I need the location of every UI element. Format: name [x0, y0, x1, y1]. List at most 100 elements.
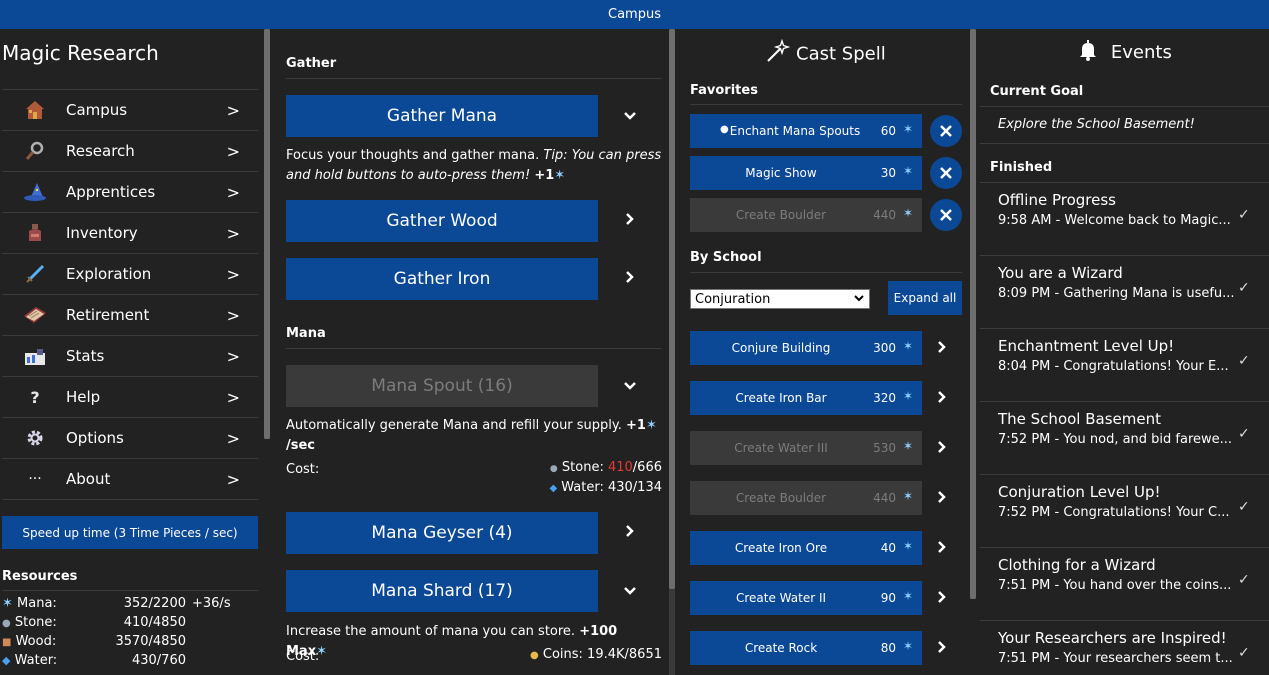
spell-cost: 300 — [873, 341, 896, 355]
question-icon: ? — [30, 387, 40, 407]
sidebar-item-campus[interactable]: Campus > — [2, 90, 258, 131]
remove-favorite-button[interactable] — [930, 199, 962, 231]
sidebar-item-label: Apprentices — [66, 183, 156, 201]
sidebar-item-research[interactable]: Research > — [2, 131, 258, 172]
description-text: Focus your thoughts and gather mana. — [286, 148, 540, 163]
chevron-right-icon[interactable] — [934, 489, 950, 509]
remove-favorite-button[interactable] — [930, 157, 962, 189]
gain-text: +1 — [534, 168, 555, 183]
resource-label: ■ Wood: — [2, 634, 56, 649]
resource-rate: +36/s — [192, 596, 231, 611]
mana-geyser-button[interactable]: Mana Geyser (4) — [286, 512, 598, 554]
close-icon — [940, 125, 952, 137]
chevron-right-icon: > — [226, 305, 240, 325]
divider — [690, 104, 962, 105]
finished-title: Finished — [990, 160, 1053, 175]
spell-name: Enchant Mana Spouts — [729, 124, 861, 138]
speed-up-time-button[interactable]: Speed up time (3 Time Pieces / sec) — [2, 516, 258, 549]
mana-shard-button[interactable]: Mana Shard (17) — [286, 570, 598, 612]
chevron-down-icon[interactable] — [620, 375, 640, 396]
school-spell-button[interactable]: Create Boulder 440 ✶ — [690, 481, 922, 515]
resource-label-text: Mana: — [17, 596, 57, 611]
chevron-right-icon[interactable] — [620, 210, 640, 231]
chevron-right-icon[interactable] — [620, 522, 640, 543]
event-item[interactable]: Conjuration Level Up! 7:52 PM - Congratu… — [980, 475, 1269, 548]
chart-icon — [18, 342, 52, 370]
description-text: Increase the amount of mana you can stor… — [286, 624, 576, 639]
resource-label-text: Stone: — [14, 615, 57, 630]
event-title: Conjuration Level Up! — [998, 483, 1161, 501]
gather-mana-button[interactable]: Gather Mana — [286, 95, 598, 137]
school-spell-button[interactable]: Create Water II 90 ✶ — [690, 581, 922, 615]
page-title: Campus — [608, 7, 661, 22]
chevron-right-icon[interactable] — [934, 589, 950, 609]
spell-cost: 440 — [873, 208, 896, 222]
chevron-right-icon[interactable] — [620, 268, 640, 289]
resource-label-text: Water: — [14, 653, 58, 668]
favorite-spell-button[interactable]: Create Boulder 440 ✶ — [690, 198, 922, 232]
resource-value: 430/760 — [131, 653, 186, 668]
school-spell-button[interactable]: Create Water III 530 ✶ — [690, 431, 922, 465]
spells-scrollbar-thumb[interactable] — [970, 29, 976, 599]
gather-iron-button[interactable]: Gather Iron — [286, 258, 598, 300]
sidebar-item-inventory[interactable]: Inventory > — [2, 213, 258, 254]
spell-cost: 320 — [873, 391, 896, 405]
mana-section-title: Mana — [286, 326, 326, 341]
sidebar-scrollbar-thumb[interactable] — [264, 29, 270, 439]
event-item[interactable]: Enchantment Level Up! 8:04 PM - Congratu… — [980, 329, 1269, 402]
resource-row-stone: ● Stone: 410/4850 — [2, 615, 258, 634]
sidebar-item-options[interactable]: Options > — [2, 418, 258, 459]
sidebar-item-exploration[interactable]: Exploration > — [2, 254, 258, 295]
spell-name: Create Boulder — [735, 208, 827, 222]
sidebar-item-about[interactable]: ··· About > — [2, 459, 258, 500]
mana-icon: ✶ — [902, 389, 913, 403]
gear-icon — [18, 424, 52, 452]
chevron-right-icon[interactable] — [934, 539, 950, 559]
resource-row-mana: ✶ Mana: 352/2200 +36/s — [2, 596, 258, 615]
chevron-right-icon[interactable] — [934, 639, 950, 659]
chevron-right-icon[interactable] — [934, 339, 950, 359]
chevron-down-icon[interactable] — [620, 105, 640, 126]
event-subtitle: 8:09 PM - Gathering Mana is usefu... — [998, 286, 1235, 301]
sidebar-item-label: Help — [66, 388, 101, 406]
by-school-title: By School — [690, 250, 762, 265]
spell-cost: 30 — [880, 166, 896, 180]
cost-water-text: Water: 430/134 — [561, 480, 662, 495]
sidebar-item-apprentices[interactable]: Apprentices > — [2, 172, 258, 213]
chevron-right-icon[interactable] — [934, 439, 950, 459]
gather-wood-button[interactable]: Gather Wood — [286, 200, 598, 242]
house-icon — [18, 96, 52, 124]
event-item[interactable]: You are a Wizard 8:09 PM - Gathering Man… — [980, 256, 1269, 329]
favorite-spell-button[interactable]: Magic Show 30 ✶ — [690, 156, 922, 190]
school-spell-button[interactable]: Create Iron Ore 40 ✶ — [690, 531, 922, 565]
mana-spout-button[interactable]: Mana Spout (16) — [286, 365, 598, 407]
event-item[interactable]: Clothing for a Wizard 7:51 PM - You hand… — [980, 548, 1269, 621]
mana-icon: ✶ — [902, 439, 913, 453]
resource-label-text: Wood: — [15, 634, 57, 649]
chevron-right-icon[interactable] — [934, 389, 950, 409]
check-icon: ✓ — [1238, 353, 1250, 369]
chevron-down-icon[interactable] — [620, 580, 640, 601]
event-item[interactable]: Offline Progress 9:58 AM - Welcome back … — [980, 183, 1269, 256]
ellipsis-icon: ··· — [28, 471, 42, 487]
current-goal-title: Current Goal — [990, 84, 1084, 99]
divider — [690, 272, 962, 273]
sidebar-item-help[interactable]: ? Help > — [2, 377, 258, 418]
actions-scrollbar-thumb[interactable] — [669, 29, 675, 589]
divider — [980, 143, 1269, 144]
remove-favorite-button[interactable] — [930, 115, 962, 147]
wizard-hat-icon — [18, 178, 52, 206]
school-spell-button[interactable]: Conjure Building 300 ✶ — [690, 331, 922, 365]
book-icon — [18, 301, 52, 329]
school-select[interactable]: Conjuration — [690, 289, 870, 309]
school-spell-button[interactable]: Create Iron Bar 320 ✶ — [690, 381, 922, 415]
event-item[interactable]: The School Basement 7:52 PM - You nod, a… — [980, 402, 1269, 475]
spell-name: Create Iron Bar — [735, 391, 827, 405]
favorite-spell-button[interactable]: ● Enchant Mana Spouts 60 ✶ — [690, 114, 922, 148]
sidebar-item-retirement[interactable]: Retirement > — [2, 295, 258, 336]
expand-all-button[interactable]: Expand all — [888, 281, 962, 315]
spell-cost: 530 — [873, 441, 896, 455]
school-spell-button[interactable]: Create Rock 80 ✶ — [690, 631, 922, 665]
sidebar-item-stats[interactable]: Stats > — [2, 336, 258, 377]
event-item[interactable]: Your Researchers are Inspired! 7:51 PM -… — [980, 621, 1269, 675]
